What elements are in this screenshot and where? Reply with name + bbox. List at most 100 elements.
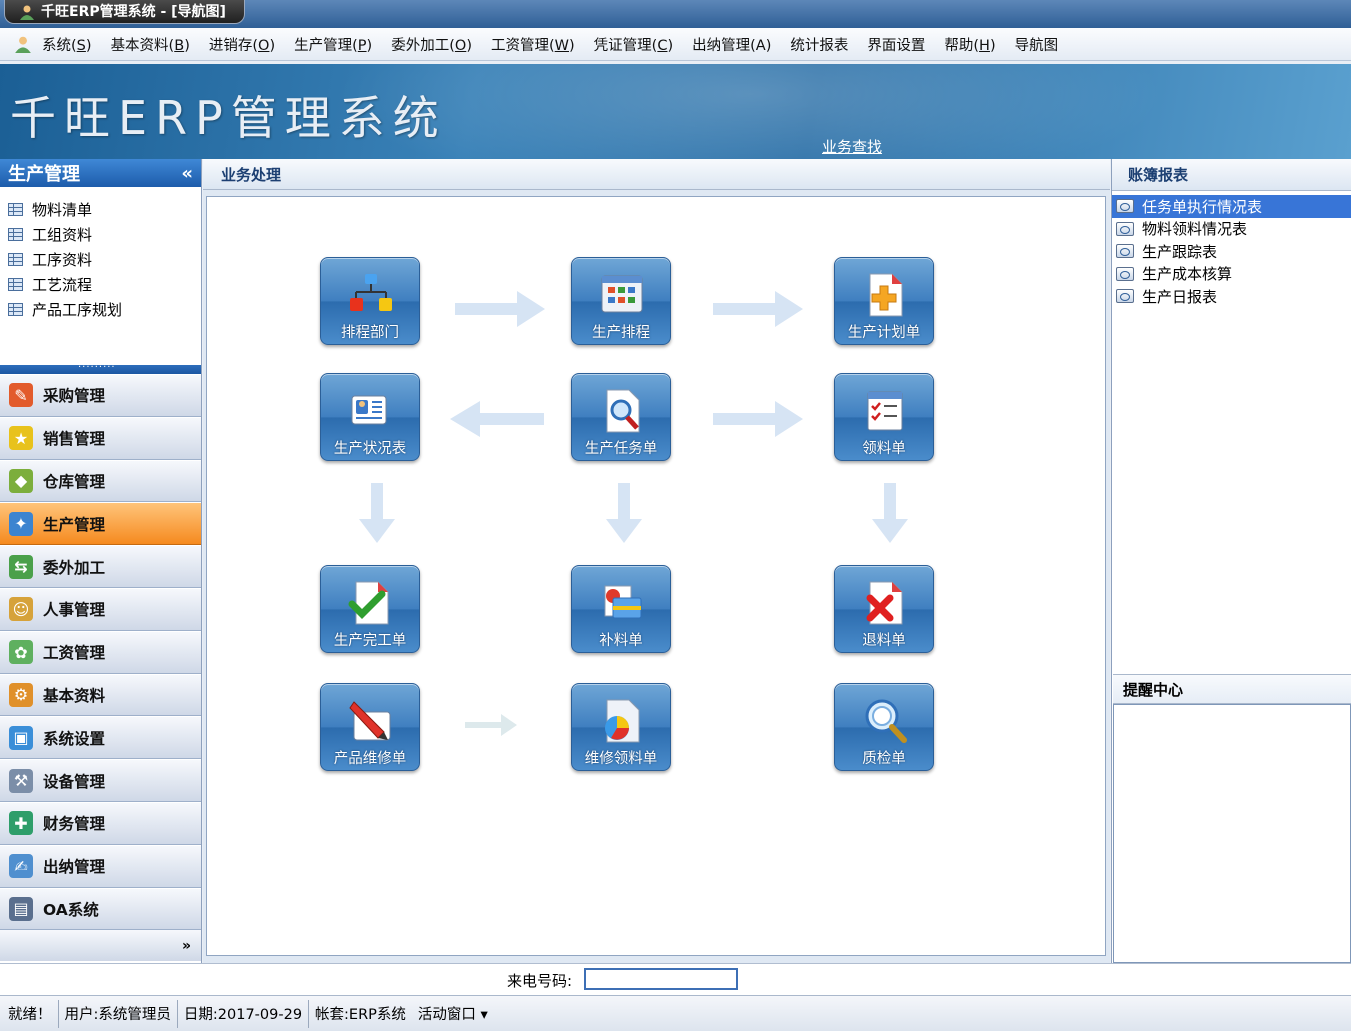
warehouse-icon: ◆	[9, 468, 33, 493]
flow-button-9[interactable]: 产品维修单	[320, 683, 420, 771]
module-button-5[interactable]: ☺ 人事管理	[0, 587, 201, 631]
caller-number-input[interactable]	[584, 968, 738, 990]
status-ready: 就绪！	[2, 999, 59, 1028]
arrow-right-icon	[713, 291, 803, 327]
flow-button-label: 生产完工单	[333, 633, 407, 649]
workflow-canvas: 排程部门 生产排程 生产计划单生产状况表 生产任务单 领料单生产完工单 补料单 退料单产品维…	[206, 196, 1106, 956]
menu-item-2[interactable]: 进销存(O)	[209, 34, 275, 55]
module-button-3[interactable]: ✦ 生产管理	[0, 502, 201, 546]
chevron-right-icon: »	[181, 937, 191, 954]
module-button-11[interactable]: ✍ 出纳管理	[0, 844, 201, 888]
flow-button-8[interactable]: 退料单	[834, 565, 934, 653]
report-item[interactable]: 生产日报表	[1112, 285, 1351, 308]
flow-button-label: 生产状况表	[333, 441, 407, 457]
window-title-tab[interactable]: 千旺ERP管理系统 - [导航图]	[4, 0, 245, 24]
arrow-right-icon	[465, 714, 517, 736]
menu-item-11[interactable]: 导航图	[1015, 34, 1059, 55]
grid-icon	[8, 303, 23, 316]
panel-splitter[interactable]	[0, 359, 201, 374]
flow-button-3[interactable]: 生产状况表	[320, 373, 420, 461]
arrow-down-icon	[359, 483, 395, 543]
menu-item-0[interactable]: 系统(S)	[42, 34, 92, 55]
report-item[interactable]: 生产跟踪表	[1112, 240, 1351, 263]
menu-item-6[interactable]: 凭证管理(C)	[594, 34, 673, 55]
module-button-12[interactable]: ▤ OA系统	[0, 887, 201, 931]
repair-pie-icon	[605, 699, 640, 743]
flow-button-label: 维修领料单	[584, 751, 658, 767]
flow-button-7[interactable]: 补料单	[571, 565, 671, 653]
more-modules-button[interactable]: »	[0, 930, 201, 962]
left-panel-title: 生产管理	[8, 164, 80, 185]
flow-button-label: 领料单	[862, 441, 906, 457]
flow-button-5[interactable]: 领料单	[834, 373, 934, 461]
module-button-8[interactable]: ▣ 系统设置	[0, 716, 201, 760]
arrow-right-icon	[713, 401, 803, 437]
module-button-7[interactable]: ⚙ 基本资料	[0, 673, 201, 717]
tree-item[interactable]: 物料清单	[0, 197, 201, 222]
right-panel: 账簿报表 任务单执行情况表 物料领料情况表 生产跟踪表 生产成本核算 生产日报表 提醒中…	[1111, 159, 1351, 963]
module-button-4[interactable]: ⇆ 委外加工	[0, 545, 201, 588]
report-icon	[1116, 221, 1134, 236]
org-chart-icon	[350, 274, 392, 311]
arrow-down-icon	[872, 483, 908, 543]
module-tree: 物料清单 工组资料 工序资料 工艺流程 产品工序规划	[0, 187, 201, 365]
flow-button-10[interactable]: 维修领料单	[571, 683, 671, 771]
settings-icon: ▣	[9, 725, 33, 750]
status-bar: 就绪！ 用户:系统管理员 日期:2017-09-29 帐套:ERP系统 活动窗口…	[0, 995, 1351, 1031]
user-icon	[15, 36, 31, 53]
collapse-icon[interactable]: «	[181, 163, 193, 184]
grid-icon	[8, 253, 23, 266]
module-button-6[interactable]: ✿ 工资管理	[0, 630, 201, 674]
reminder-center-header: 提醒中心	[1113, 674, 1351, 704]
status-user: 用户:系统管理员	[59, 999, 178, 1028]
menu-item-10[interactable]: 帮助(H)	[944, 34, 995, 55]
menu-item-3[interactable]: 生产管理(P)	[294, 34, 372, 55]
left-panel-header: 生产管理 «	[0, 159, 201, 187]
flow-button-1[interactable]: 生产排程	[571, 257, 671, 345]
flow-button-11[interactable]: 质检单	[834, 683, 934, 771]
sales-icon: ★	[9, 426, 33, 451]
tree-item[interactable]: 工序资料	[0, 247, 201, 272]
flow-button-2[interactable]: 生产计划单	[834, 257, 934, 345]
finance-icon: ✚	[9, 811, 33, 836]
module-button-1[interactable]: ★ 销售管理	[0, 416, 201, 460]
module-button-2[interactable]: ◆ 仓库管理	[0, 459, 201, 503]
tree-item[interactable]: 工艺流程	[0, 272, 201, 297]
module-button-0[interactable]: ✎ 采购管理	[0, 374, 201, 417]
checklist-icon	[867, 391, 903, 431]
supplement-icon	[604, 585, 642, 619]
flow-button-0[interactable]: 排程部门	[320, 257, 420, 345]
report-item[interactable]: 生产成本核算	[1112, 263, 1351, 286]
business-search-link[interactable]: 业务查找	[822, 136, 882, 157]
caller-row: 来电号码:	[0, 963, 1351, 995]
menu-item-5[interactable]: 工资管理(W)	[491, 34, 575, 55]
flow-button-6[interactable]: 生产完工单	[320, 565, 420, 653]
grid-icon	[8, 203, 23, 216]
title-bar: 千旺ERP管理系统 - [导航图]	[0, 0, 1351, 28]
report-item[interactable]: 任务单执行情况表	[1112, 195, 1351, 218]
module-button-10[interactable]: ✚ 财务管理	[0, 801, 201, 845]
grid-icon	[8, 228, 23, 241]
window-title: 千旺ERP管理系统 - [导航图]	[41, 3, 226, 20]
reminder-center-box[interactable]	[1113, 704, 1351, 963]
basic-data-icon: ⚙	[9, 682, 33, 707]
tree-item[interactable]: 工组资料	[0, 222, 201, 247]
equipment-icon: ⚒	[9, 768, 33, 793]
task-search-icon	[606, 389, 640, 433]
report-item[interactable]: 物料领料情况表	[1112, 218, 1351, 241]
arrow-down-icon	[606, 483, 642, 543]
module-button-9[interactable]: ⚒ 设备管理	[0, 759, 201, 802]
report-icon	[1116, 289, 1134, 304]
report-icon	[1116, 244, 1134, 259]
menu-item-8[interactable]: 统计报表	[790, 34, 848, 55]
tree-item[interactable]: 产品工序规划	[0, 297, 201, 322]
salary-icon: ✿	[9, 640, 33, 665]
active-window-dropdown[interactable]: 活动窗口 ▾	[412, 1000, 494, 1028]
menu-item-9[interactable]: 界面设置	[867, 34, 925, 55]
menu-item-4[interactable]: 委外加工(O)	[391, 34, 472, 55]
menu-item-7[interactable]: 出纳管理(A)	[692, 34, 771, 55]
menu-item-1[interactable]: 基本资料(B)	[111, 34, 190, 55]
flow-button-label: 生产任务单	[584, 441, 658, 457]
flow-button-4[interactable]: 生产任务单	[571, 373, 671, 461]
center-panel-title: 业务处理	[203, 159, 1110, 190]
